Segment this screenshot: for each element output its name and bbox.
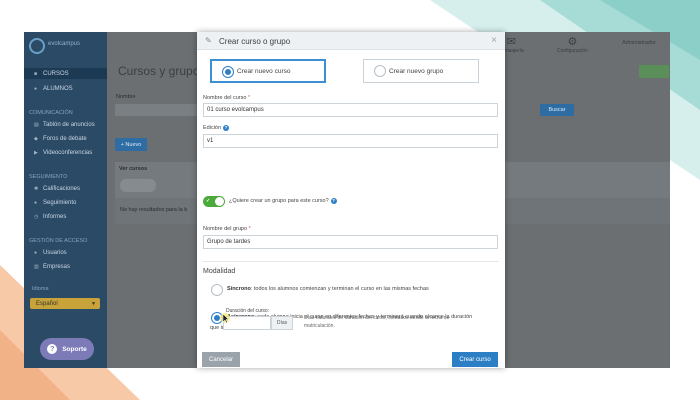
view-courses-label: Ver cursos — [119, 166, 148, 172]
sidebar-item-label: ALUMNOS — [43, 85, 73, 92]
option-new-group[interactable]: Crear nuevo grupo — [363, 59, 479, 83]
sidebar-section-seguimiento: SEGUIMIENTO — [29, 174, 68, 180]
dialog-header: ✎ Crear curso o grupo × — [197, 32, 505, 50]
page-title: Cursos y grupos — [118, 64, 206, 78]
sidebar-item-usuarios[interactable]: ● Usuarios — [24, 247, 107, 258]
radio-sync[interactable] — [211, 284, 223, 296]
dialog-title: Crear curso o grupo — [219, 37, 291, 46]
question-icon: ? — [47, 344, 58, 354]
check-icon: ✓ — [206, 198, 211, 204]
envelope-icon: ✉ — [506, 36, 516, 48]
video-icon: ▶ — [34, 149, 38, 156]
user-icon: ● — [34, 85, 38, 92]
modality-title: Modalidad — [203, 268, 236, 275]
close-icon[interactable]: × — [491, 35, 497, 46]
option-label: Crear nuevo grupo — [389, 67, 444, 75]
user-icon: ● — [34, 249, 38, 256]
sidebar-item-label: Usuarios — [43, 249, 67, 256]
board-icon: ▤ — [34, 121, 39, 128]
toggle-knob — [215, 197, 224, 206]
sidebar-item-informes[interactable]: ◷ Informes — [24, 211, 107, 222]
edition-label: Edición? — [203, 125, 230, 131]
option-new-course[interactable]: Crear nuevo curso — [210, 59, 326, 83]
sidebar-item-videoconferencias[interactable]: ▶ Videoconferencias — [24, 147, 107, 158]
filter-label: Nombre — [116, 94, 136, 100]
sidebar-item-label: Tablón de anuncios — [43, 121, 95, 128]
gear-icon: ✱ — [34, 185, 39, 192]
create-group-toggle[interactable]: ✓ — [203, 196, 225, 207]
sidebar-item-label: Informes — [43, 213, 67, 220]
sidebar-item-tablon[interactable]: ▤ Tablón de anuncios — [24, 119, 107, 130]
duration-input[interactable] — [223, 316, 271, 330]
create-course-button[interactable]: Crear curso — [452, 352, 498, 367]
logo-text: evolcampus — [48, 41, 81, 47]
cancel-button[interactable]: Cancelar — [202, 352, 240, 367]
filter-pill[interactable] — [120, 179, 156, 192]
sidebar-item-label: Calificaciones — [43, 185, 81, 192]
create-group-label: ¿Quiere crear un grupo para este curso?? — [229, 198, 337, 204]
book-icon: ■ — [34, 70, 38, 77]
sidebar-item-label: Foros de debate — [43, 135, 87, 142]
sync-option-text: Síncrono: todos los alumnos comienzan y … — [227, 286, 429, 292]
support-button[interactable]: ? Soporte — [40, 338, 94, 360]
building-icon: ▥ — [34, 263, 39, 270]
sidebar-section-comunicacion: COMUNICACIÓN — [29, 110, 73, 116]
sidebar-item-label: CURSOS — [43, 70, 69, 77]
settings-label: Configuración — [557, 48, 588, 54]
info-icon: ? — [330, 198, 337, 204]
filter-input[interactable] — [115, 104, 199, 116]
radio-new-group[interactable] — [374, 65, 386, 77]
user-name[interactable]: Administrador — [622, 40, 656, 46]
sidebar: evolcampus ■ CURSOS ● ALUMNOS COMUNICACI… — [24, 32, 107, 368]
support-label: Soporte — [62, 345, 87, 353]
sidebar-item-empresas[interactable]: ▥ Empresas — [24, 261, 107, 272]
user-icon: ● — [34, 199, 38, 206]
divider — [203, 261, 499, 262]
no-results-text: No hay resultados para la b — [120, 207, 188, 213]
gear-icon: ⚙ — [567, 36, 578, 48]
mouse-cursor-icon — [220, 313, 230, 324]
chevron-down-icon: ▼ — [91, 300, 96, 307]
option-label: Crear nuevo curso — [237, 67, 291, 75]
radio-new-course[interactable] — [222, 66, 234, 78]
language-value: Español — [36, 300, 58, 307]
sidebar-item-calificaciones[interactable]: ✱ Calificaciones — [24, 183, 107, 194]
duration-label: Duración del curso: — [226, 308, 270, 314]
sidebar-item-label: Seguimiento — [43, 199, 77, 206]
forum-icon: ◆ — [34, 135, 38, 142]
group-name-label: Nombre del grupo * — [203, 226, 251, 232]
search-button[interactable]: Buscar — [540, 104, 574, 116]
duration-help: Días naturales de duración del curso, co… — [304, 315, 450, 329]
duration-unit: Días — [271, 316, 293, 330]
info-icon: ? — [223, 125, 230, 131]
sidebar-item-label: Videoconferencias — [43, 149, 93, 156]
edit-icon: ✎ — [205, 36, 212, 45]
settings-top-button[interactable]: ⚙ Configuración — [557, 36, 588, 54]
group-name-input[interactable]: Grupo de tardes — [203, 235, 498, 249]
sidebar-item-alumnos[interactable]: ● ALUMNOS — [24, 83, 107, 94]
language-select[interactable]: Español ▼ — [30, 298, 100, 309]
course-name-input[interactable]: 01 curso evolcampus — [203, 103, 498, 117]
logo-icon — [29, 38, 45, 54]
edition-input[interactable]: v1 — [203, 134, 498, 148]
sidebar-item-cursos[interactable]: ■ CURSOS — [24, 68, 107, 79]
language-label: Idioma — [32, 286, 49, 292]
sidebar-item-label: Empresas — [43, 263, 71, 270]
sidebar-item-foros[interactable]: ◆ Foros de debate — [24, 133, 107, 144]
sidebar-section-gestion: GESTIÓN DE ACCESO — [29, 238, 88, 244]
export-button[interactable] — [639, 65, 669, 78]
sidebar-item-seguimiento[interactable]: ● Seguimiento — [24, 197, 107, 208]
new-button[interactable]: + Nuevo — [115, 138, 147, 151]
course-name-label: Nombre del curso * — [203, 95, 251, 101]
clock-icon: ◷ — [34, 213, 39, 220]
